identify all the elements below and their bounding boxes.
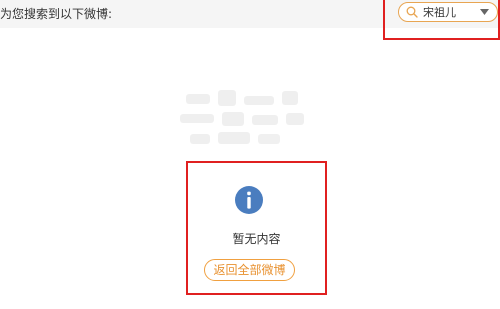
- weibo-search-page: 为您搜索到以下微博: 宋祖儿 暂无内容 返回全部微博: [0, 0, 500, 309]
- return-all-weibo-button[interactable]: 返回全部微博: [204, 259, 295, 281]
- search-result-heading: 为您搜索到以下微博:: [0, 7, 113, 21]
- search-highlight-box: [383, 0, 500, 40]
- empty-state-message: 暂无内容: [232, 232, 281, 246]
- info-icon: [235, 186, 263, 214]
- watermark-logo: [178, 88, 308, 150]
